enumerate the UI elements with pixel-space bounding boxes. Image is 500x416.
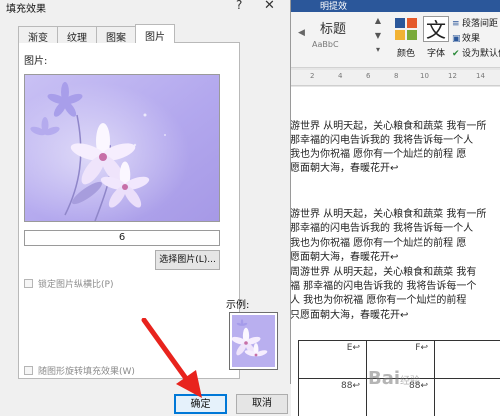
sample-preview (229, 312, 278, 370)
picture-preview (24, 74, 220, 222)
page-color-label: 颜色 (396, 49, 415, 59)
ruler-number: 10 (420, 72, 429, 80)
cancel-button[interactable]: 取消 (236, 394, 288, 414)
document-line[interactable]: 我也为你祝福 愿你有一个灿烂的前程 愿 (290, 237, 466, 251)
ruler-number: 8 (394, 72, 399, 80)
gallery-scroll[interactable]: ▲ ▼ ▾ (372, 16, 384, 54)
style-gallery-title[interactable]: 标题 (320, 18, 346, 37)
checkbox-box[interactable] (24, 279, 33, 288)
lily-flowers-image (25, 75, 219, 222)
lock-aspect-label: 锁定图片纵横比(P) (38, 280, 114, 290)
ruler-number: 12 (448, 72, 457, 80)
paragraph-spacing-button[interactable]: ≡ 段落间距 (452, 16, 498, 29)
help-icon[interactable]: ? (236, 0, 242, 12)
horizontal-ruler[interactable]: 2 4 6 8 10 12 14 (290, 70, 500, 86)
fill-effects-dialog: 填充效果 ? ✕ 渐变 纹理 图案 图片 图片: 6 选择图片(L)... 锁定… (0, 0, 291, 416)
document-line[interactable]: 福 那幸福的闪电告诉我的 我将告诉每一个 (290, 280, 476, 294)
table-cell[interactable] (435, 341, 500, 379)
checkmark-icon: ✔ (452, 49, 460, 59)
select-picture-button[interactable]: 选择图片(L)... (155, 250, 220, 270)
chevron-up-icon[interactable]: ▲ (375, 16, 381, 25)
tab-texture[interactable]: 纹理 (57, 26, 97, 44)
document-line[interactable]: 愿面朝大海，春暖花开↩ (290, 251, 398, 265)
checkbox-box[interactable] (24, 366, 33, 375)
font-theme-button[interactable]: 文 字体 (422, 16, 450, 66)
picture-name-field: 6 (24, 230, 220, 246)
font-theme-label: 字体 (426, 49, 445, 59)
word-title-bar: 明提效 (290, 0, 500, 12)
sample-label: 示例: (226, 300, 250, 311)
document-line[interactable]: 游世界 从明天起，关心粮食和蔬菜 我有一所 (290, 208, 486, 222)
effects-label: 效果 (462, 34, 481, 44)
watermark-sub: 经验 (400, 376, 421, 387)
expand-gallery-icon[interactable]: ▾ (376, 45, 380, 54)
paragraph-spacing-icon: ≡ (452, 19, 460, 29)
document-line[interactable]: 周游世界 从明天起，关心粮食和蔬菜 我有 (290, 266, 476, 280)
paragraph-spacing-label: 段落间距 (462, 19, 499, 29)
tab-pattern[interactable]: 图案 (96, 26, 136, 44)
word-title-text: 明提效 (320, 2, 348, 12)
document-line[interactable]: 只愿面朝大海，春暖花开↩ (290, 309, 408, 323)
document-line[interactable]: 那幸福的闪电告诉我的 我将告诉每一个人 (290, 222, 473, 236)
baidu-watermark: Bai经验 (368, 368, 420, 389)
set-default-button[interactable]: ✔设为默认值 (452, 46, 500, 59)
ruler-number: 4 (338, 72, 343, 80)
document-line[interactable]: 游世界 从明天起，关心粮食和蔬菜 我有一所 (290, 120, 486, 134)
chevron-down-icon[interactable]: ▼ (375, 31, 381, 40)
table-cell[interactable] (435, 379, 500, 416)
watermark-main: Bai (368, 368, 401, 389)
close-icon[interactable]: ✕ (264, 0, 275, 13)
chevron-left-icon[interactable]: ◀ (298, 28, 305, 38)
effects-icon: ▣ (452, 34, 461, 44)
document-line[interactable]: 那幸福的闪电告诉我的 我将告诉每一个人 (290, 134, 473, 148)
sample-lily-image (231, 315, 275, 367)
lock-aspect-checkbox[interactable]: 锁定图片纵横比(P) (24, 277, 113, 290)
ruler-number: 6 (366, 72, 371, 80)
page-color-button[interactable]: 颜色 (392, 16, 420, 66)
dialog-tabs: 渐变 纹理 图案 图片 (18, 24, 175, 44)
dialog-title: 填充效果 (6, 4, 46, 15)
table-cell[interactable]: 88↩ (299, 379, 367, 416)
style-gallery-sample[interactable]: AaBbC (312, 40, 339, 49)
tab-picture[interactable]: 图片 (135, 24, 175, 43)
ruler-number: 14 (476, 72, 485, 80)
annotation-arrow-icon (141, 318, 202, 398)
document-line[interactable]: 我也为你祝福 愿你有一个灿烂的前程 愿 (290, 148, 466, 162)
document-line[interactable]: 愿面朝大海，春暖花开↩ (290, 162, 398, 176)
tab-gradient[interactable]: 渐变 (18, 26, 58, 44)
document-line[interactable]: 人 我也为你祝福 愿你有一个灿烂的前程 (290, 294, 466, 308)
rotate-with-shape-label: 随图形旋转填充效果(W) (38, 367, 135, 377)
rotate-with-shape-checkbox[interactable]: 随图形旋转填充效果(W) (24, 364, 135, 377)
ruler-number: 2 (310, 72, 315, 80)
color-palette-icon (395, 18, 417, 40)
effects-button[interactable]: ▣效果 (452, 31, 480, 44)
table-cell[interactable]: E↩ (299, 341, 367, 379)
word-ribbon: ◀ 标题 AaBbC ▲ ▼ ▾ 颜色 文 字体 ≡ 段落间距 ▣效果 ✔ 设为默认… (290, 12, 500, 68)
picture-label: 图片: (24, 56, 48, 67)
set-default-label: 设为默认值 (462, 49, 500, 59)
font-glyph-icon: 文 (423, 16, 449, 42)
